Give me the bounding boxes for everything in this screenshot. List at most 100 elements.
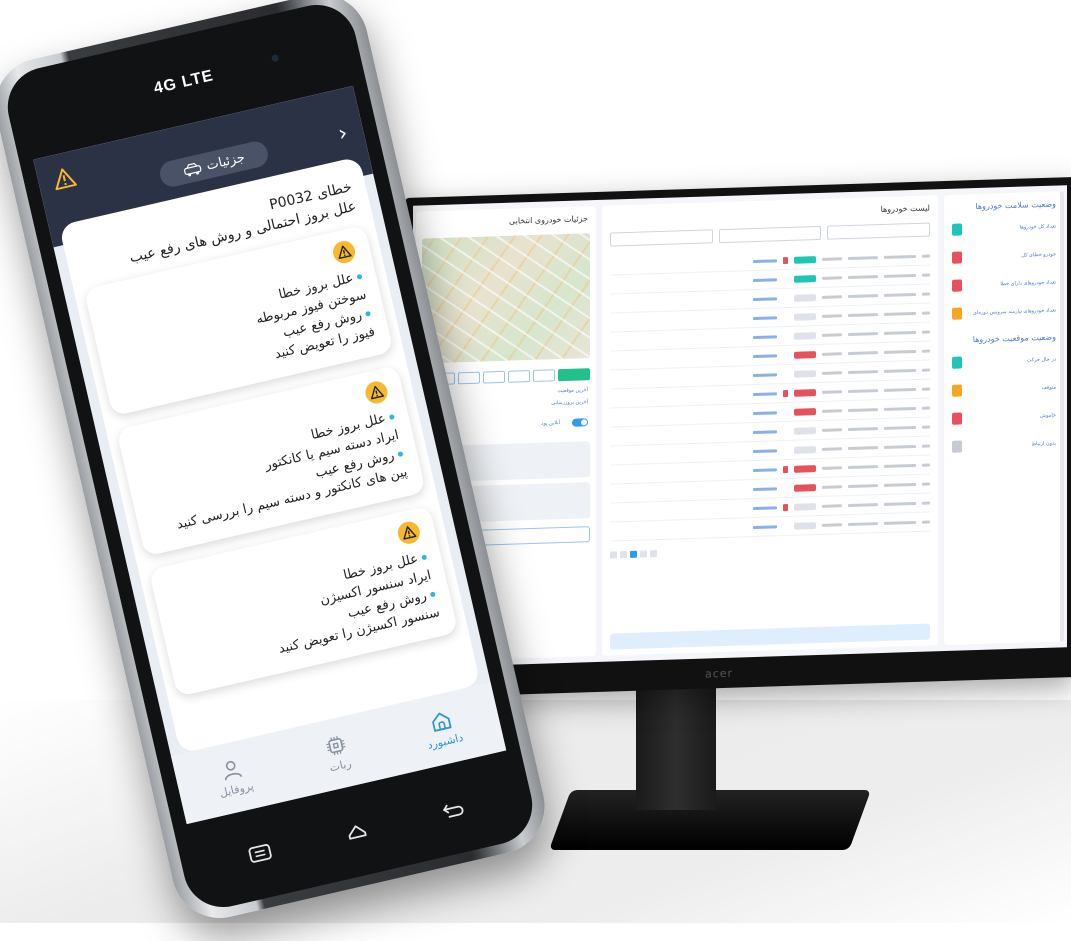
summary-item[interactable]: خاموش xyxy=(944,401,1064,433)
table-cell xyxy=(822,484,842,489)
table-cell xyxy=(848,502,878,507)
search-input[interactable] xyxy=(827,222,930,240)
scrollbar[interactable] xyxy=(1060,191,1064,642)
back-chevron-icon[interactable]: › xyxy=(336,121,350,147)
summary-label: تعداد کل خودروها xyxy=(1019,223,1056,231)
table-cell xyxy=(753,296,777,301)
table-cell xyxy=(922,520,930,524)
table-cell xyxy=(922,311,930,315)
fault-detail-card: خطای P0032 علل بروز احتمالی و روش های رف… xyxy=(58,156,481,754)
map-tool-button[interactable] xyxy=(508,370,530,383)
nav-dashboard[interactable]: داشبورد xyxy=(420,707,464,752)
page-button[interactable] xyxy=(650,550,657,558)
error-count-badge xyxy=(783,465,788,473)
table-cell xyxy=(884,501,916,506)
status-badge xyxy=(794,426,816,435)
page-button[interactable] xyxy=(620,551,627,559)
table-cell xyxy=(848,293,878,298)
table-cell xyxy=(922,349,930,353)
summary-item[interactable]: تعداد کل خودروها xyxy=(944,212,1064,244)
status-badge xyxy=(794,388,816,397)
summary-item[interactable]: بدون ارتباط xyxy=(944,429,1064,461)
summary-item[interactable]: تعداد خودروهای نیازمند سرویس دوره‌ای xyxy=(944,296,1064,328)
nav-robot[interactable]: ربات xyxy=(323,732,353,774)
back-button-icon[interactable] xyxy=(439,797,466,820)
table-cell xyxy=(822,370,842,375)
home-button-icon[interactable] xyxy=(343,820,370,843)
bullet-dot xyxy=(356,273,363,280)
summary-count-box xyxy=(952,279,962,292)
table-cell xyxy=(922,406,930,410)
table-cell xyxy=(848,369,878,374)
status-badge xyxy=(794,350,816,359)
table-cell xyxy=(922,273,930,277)
error-count-badge xyxy=(783,389,788,397)
error-select[interactable] xyxy=(609,229,713,247)
status-badge xyxy=(794,445,816,454)
table-cell xyxy=(822,275,842,280)
table-cell xyxy=(884,292,916,297)
online-toggle[interactable] xyxy=(572,418,588,427)
table-cell xyxy=(922,482,930,486)
status-badge xyxy=(794,369,816,378)
monitor-brand: acer xyxy=(705,666,734,681)
summary-label: تعداد خودروهای نیازمند سرویس دوره‌ای xyxy=(973,307,1056,317)
summary-label: خاموش xyxy=(1040,412,1056,420)
table-cell xyxy=(884,254,916,259)
summary-count-box xyxy=(952,356,962,369)
table-cell xyxy=(753,524,777,529)
table-cell xyxy=(848,312,878,317)
table-cell xyxy=(848,407,878,412)
table-cell xyxy=(753,277,777,282)
page-button[interactable] xyxy=(630,550,637,558)
table-cell xyxy=(884,463,916,468)
table-cell xyxy=(822,427,842,432)
summary-item[interactable]: در حال حرکت xyxy=(944,345,1064,377)
table-cell xyxy=(884,444,916,449)
table-cell xyxy=(848,426,878,431)
status-badge xyxy=(794,293,816,302)
table-cell xyxy=(822,351,842,356)
table-cell xyxy=(922,330,930,334)
bullet-dot xyxy=(365,310,372,317)
page-button[interactable] xyxy=(610,551,617,559)
summary-item[interactable]: تعداد خودروهای دارای خطا xyxy=(944,268,1064,300)
summary-count-box xyxy=(952,223,962,236)
status-select[interactable] xyxy=(718,225,822,244)
table-cell xyxy=(822,389,842,394)
summary-item[interactable]: متوقف xyxy=(944,373,1064,405)
table-cell xyxy=(822,465,842,470)
table-cell xyxy=(753,334,777,339)
map-tool-button[interactable] xyxy=(533,369,555,382)
show-all-button[interactable] xyxy=(610,623,930,650)
table-cell xyxy=(848,483,878,488)
table-cell xyxy=(884,273,916,278)
nav-profile[interactable]: پروفایل xyxy=(213,755,255,800)
table-cell xyxy=(922,444,930,448)
error-count-badge xyxy=(783,503,788,511)
table-cell xyxy=(822,313,842,318)
table-cell xyxy=(884,368,916,373)
summary-count-box xyxy=(952,384,962,397)
map-tool-button[interactable] xyxy=(558,368,590,382)
summary-item[interactable]: خودرو خطای کل xyxy=(944,240,1064,272)
status-badge xyxy=(794,312,816,321)
menu-button-icon[interactable] xyxy=(247,842,274,865)
chip-icon xyxy=(326,736,346,756)
table-cell xyxy=(884,482,916,487)
table-cell xyxy=(922,292,930,296)
warning-icon xyxy=(397,521,420,544)
warning-icon[interactable] xyxy=(50,165,78,192)
status-badge xyxy=(794,464,816,473)
table-cell xyxy=(848,521,878,526)
table-cell xyxy=(922,425,930,429)
table-cell xyxy=(848,388,878,393)
status-badge xyxy=(794,483,816,492)
table-cell xyxy=(922,501,930,505)
summary-count-box xyxy=(952,440,962,453)
table-cell xyxy=(848,274,878,279)
vehicle-list-pane: لیست خودروها xyxy=(602,195,938,656)
user-icon xyxy=(225,760,243,781)
table-cell xyxy=(753,429,777,434)
page-button[interactable] xyxy=(640,550,647,558)
